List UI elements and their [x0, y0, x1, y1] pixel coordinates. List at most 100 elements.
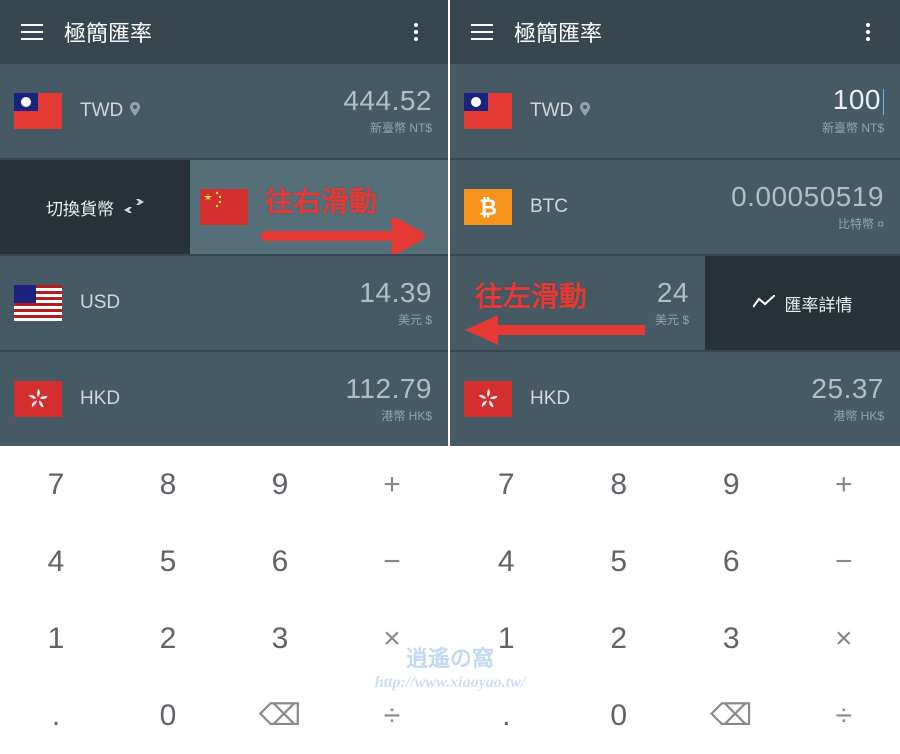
- key-7[interactable]: 7: [450, 446, 563, 523]
- flag-china: [200, 189, 248, 225]
- swap-currency-action[interactable]: 切換貨幣: [0, 160, 190, 254]
- value-block: 24 美元 $: [655, 279, 689, 328]
- action-label: 匯率詳情: [785, 291, 853, 316]
- key-9[interactable]: 9: [675, 446, 788, 523]
- currency-row-twd[interactable]: TWD 100 新臺幣 NT$: [450, 64, 900, 158]
- currency-sub: 美元 $: [655, 311, 689, 328]
- value-block: 444.52 新臺幣 NT$: [343, 87, 432, 136]
- currency-code: TWD: [80, 100, 141, 122]
- key-minus[interactable]: −: [336, 523, 448, 600]
- key-3[interactable]: 3: [224, 600, 336, 677]
- value-block: 100 新臺幣 NT$: [822, 86, 884, 136]
- key-divide[interactable]: ÷: [788, 677, 900, 754]
- key-4[interactable]: 4: [450, 523, 563, 600]
- currency-sub: 港幣 HK$: [345, 407, 432, 424]
- key-backspace[interactable]: ⌫: [675, 677, 788, 754]
- svg-text:₿: ₿: [479, 195, 497, 220]
- currency-code: USD: [80, 292, 120, 314]
- key-9[interactable]: 9: [224, 446, 336, 523]
- key-7[interactable]: 7: [0, 446, 112, 523]
- key-0[interactable]: 0: [112, 677, 224, 754]
- currency-row-swipe[interactable]: 24 美元 $ 匯率詳情: [450, 256, 900, 350]
- overflow-icon[interactable]: [848, 12, 888, 52]
- chart-line-icon: [753, 293, 775, 314]
- key-backspace[interactable]: ⌫: [224, 677, 336, 754]
- currency-value: 444.52: [343, 87, 432, 115]
- screen-left: 極簡匯率 TWD 444.52 新臺幣 NT$: [0, 0, 450, 754]
- row-revealed: 24 美元 $: [450, 256, 705, 350]
- menu-icon[interactable]: [12, 12, 52, 52]
- key-1[interactable]: 1: [450, 600, 563, 677]
- numeric-keypad: 7 8 9 + 4 5 6 − 1 2 3 × . 0 ⌫ ÷: [450, 446, 900, 754]
- row-revealed: [190, 160, 448, 254]
- app-title: 極簡匯率: [514, 16, 848, 48]
- currency-list: TWD 100 新臺幣 NT$ ₿ BTC 0.00050519 比特幣 ¤: [450, 64, 900, 446]
- currency-list: TWD 444.52 新臺幣 NT$ 切換貨幣: [0, 64, 448, 446]
- code-text: TWD: [80, 100, 123, 122]
- key-5[interactable]: 5: [112, 523, 224, 600]
- key-6[interactable]: 6: [675, 523, 788, 600]
- value-block: 112.79 港幣 HK$: [345, 375, 432, 424]
- currency-row-twd[interactable]: TWD 444.52 新臺幣 NT$: [0, 64, 448, 158]
- currency-row-hkd[interactable]: HKD 25.37 港幣 HK$: [450, 352, 900, 446]
- currency-sub: 比特幣 ¤: [731, 215, 884, 232]
- currency-value: 25.37: [811, 375, 884, 403]
- flag-hongkong: [464, 381, 512, 417]
- key-1[interactable]: 1: [0, 600, 112, 677]
- flag-bitcoin: ₿: [464, 189, 512, 225]
- key-multiply[interactable]: ×: [788, 600, 900, 677]
- location-pin-icon: [579, 100, 591, 122]
- rate-detail-action[interactable]: 匯率詳情: [705, 256, 900, 350]
- action-label: 切換貨幣: [46, 195, 114, 220]
- currency-sub: 美元 $: [359, 311, 432, 328]
- location-pin-icon: [129, 100, 141, 122]
- key-minus[interactable]: −: [788, 523, 900, 600]
- key-2[interactable]: 2: [563, 600, 676, 677]
- flag-hongkong: [14, 381, 62, 417]
- currency-sub: 新臺幣 NT$: [343, 119, 432, 136]
- key-8[interactable]: 8: [563, 446, 676, 523]
- key-plus[interactable]: +: [336, 446, 448, 523]
- numeric-keypad: 7 8 9 + 4 5 6 − 1 2 3 × . 0 ⌫ ÷: [0, 446, 448, 754]
- currency-row-hkd[interactable]: HKD 112.79 港幣 HK$: [0, 352, 448, 446]
- key-5[interactable]: 5: [563, 523, 676, 600]
- currency-value: 24: [655, 279, 689, 307]
- key-8[interactable]: 8: [112, 446, 224, 523]
- key-plus[interactable]: +: [788, 446, 900, 523]
- currency-value: 112.79: [345, 375, 432, 403]
- currency-code: BTC: [530, 196, 568, 218]
- swap-icon: [124, 197, 144, 218]
- currency-row-btc[interactable]: ₿ BTC 0.00050519 比特幣 ¤: [450, 160, 900, 254]
- app-title: 極簡匯率: [64, 16, 396, 48]
- currency-sub: 新臺幣 NT$: [822, 119, 884, 136]
- overflow-icon[interactable]: [396, 12, 436, 52]
- menu-icon[interactable]: [462, 12, 502, 52]
- value-block: 14.39 美元 $: [359, 279, 432, 328]
- currency-code: HKD: [530, 388, 570, 410]
- key-multiply[interactable]: ×: [336, 600, 448, 677]
- text-cursor: [883, 89, 884, 115]
- flag-usa: [14, 285, 62, 321]
- value-block: 0.00050519 比特幣 ¤: [731, 183, 884, 232]
- currency-value: 0.00050519: [731, 183, 884, 211]
- key-divide[interactable]: ÷: [336, 677, 448, 754]
- screen-right: 極簡匯率 TWD 100 新臺幣 NT$ ₿: [450, 0, 900, 754]
- currency-value: 100: [822, 86, 884, 115]
- currency-row-swipe[interactable]: 切換貨幣: [0, 160, 448, 254]
- flag-taiwan: [464, 93, 512, 129]
- currency-code: HKD: [80, 388, 120, 410]
- currency-sub: 港幣 HK$: [811, 407, 884, 424]
- key-4[interactable]: 4: [0, 523, 112, 600]
- currency-value: 14.39: [359, 279, 432, 307]
- key-dot[interactable]: .: [0, 677, 112, 754]
- key-3[interactable]: 3: [675, 600, 788, 677]
- key-6[interactable]: 6: [224, 523, 336, 600]
- currency-code: TWD: [530, 100, 591, 122]
- appbar: 極簡匯率: [450, 0, 900, 64]
- flag-taiwan: [14, 93, 62, 129]
- value-block: 25.37 港幣 HK$: [811, 375, 884, 424]
- currency-row-usd[interactable]: USD 14.39 美元 $: [0, 256, 448, 350]
- key-dot[interactable]: .: [450, 677, 563, 754]
- key-2[interactable]: 2: [112, 600, 224, 677]
- key-0[interactable]: 0: [563, 677, 676, 754]
